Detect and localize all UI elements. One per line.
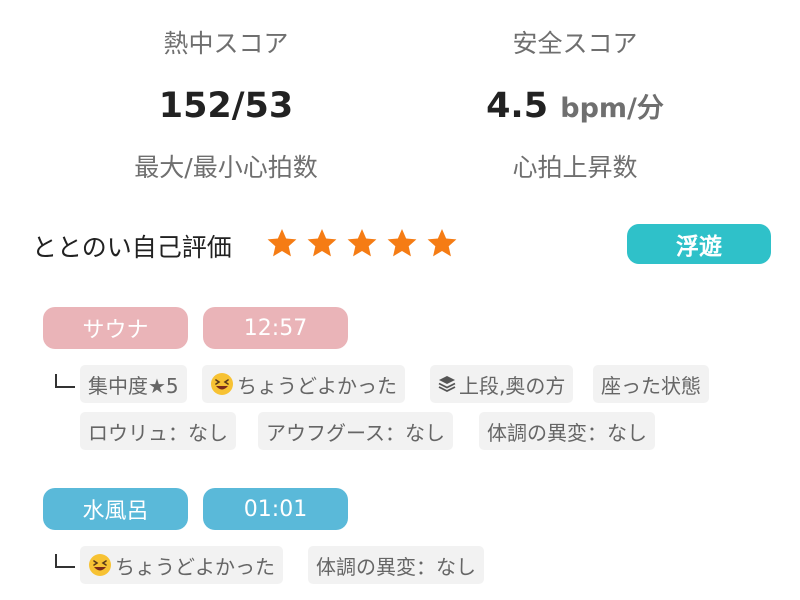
- sauna-tag-feeling: ちょうどよかった: [202, 365, 405, 403]
- star-icon: [387, 229, 417, 257]
- heart-rate-rise-number: 4.5: [486, 86, 549, 126]
- sauna-tag-focus: 集中度★5: [80, 365, 187, 403]
- sauna-tag-condition: 体調の異変：なし: [479, 412, 655, 450]
- sauna-tag-posture-text: 座った状態: [601, 373, 701, 398]
- mood-badge: 浮遊: [627, 224, 771, 264]
- self-rating-label: ととのい自己評価: [32, 233, 232, 262]
- star-icon: [307, 229, 337, 257]
- heart-rate-rise-unit: bpm/分: [560, 93, 664, 124]
- star-rating: [266, 221, 458, 265]
- heart-rate-label: 最大/最小心拍数: [134, 153, 318, 182]
- water-bath-branch-marker: [55, 554, 75, 568]
- sauna-tag-aufguss: アウフグース：なし: [258, 412, 453, 450]
- sauna-log-page: 熱中スコア 安全スコア 152/53 4.5 bpm/分 最大/最小心拍数 心拍…: [0, 0, 800, 600]
- sauna-branch-marker: [55, 374, 75, 388]
- sauna-tag-condition-text: 体調の異変：なし: [487, 420, 647, 445]
- heart-rate-rise-label: 心拍上昇数: [512, 153, 638, 182]
- heart-rate-value: 152/53: [158, 86, 294, 126]
- grinning-face-icon: [210, 372, 234, 396]
- sauna-tag-loyly-text: ロウリュ：なし: [88, 420, 228, 445]
- sauna-tag-feeling-text: ちょうどよかった: [237, 373, 397, 398]
- water-bath-tag-condition: 体調の異変：なし: [308, 546, 484, 584]
- star-icon: [347, 229, 377, 257]
- heart-rate-rise-value: 4.5 bpm/分: [425, 86, 725, 126]
- sauna-tag-position-text: 上段,奥の方: [459, 373, 566, 398]
- sauna-type-pill: サウナ: [43, 307, 188, 349]
- sauna-tag-aufguss-text: アウフグース：なし: [266, 420, 445, 445]
- sauna-tag-loyly: ロウリュ：なし: [80, 412, 236, 450]
- layers-icon: [438, 375, 456, 393]
- sauna-time-pill: 12:57: [203, 307, 348, 349]
- sauna-tag-focus-text: 集中度★5: [88, 373, 179, 398]
- star-icon: [427, 229, 457, 257]
- water-bath-tag-feeling-text: ちょうどよかった: [115, 554, 275, 579]
- focus-score-label: 熱中スコア: [163, 29, 289, 58]
- grinning-face-icon: [88, 553, 112, 577]
- water-bath-tag-condition-text: 体調の異変：なし: [316, 554, 476, 579]
- sauna-tag-posture: 座った状態: [593, 365, 709, 403]
- star-icon: [267, 229, 297, 257]
- safety-score-label: 安全スコア: [512, 29, 638, 58]
- water-bath-type-pill: 水風呂: [43, 488, 188, 530]
- water-bath-tag-feeling: ちょうどよかった: [80, 546, 283, 584]
- water-bath-time-pill: 01:01: [203, 488, 348, 530]
- sauna-tag-position: 上段,奥の方: [430, 365, 574, 403]
